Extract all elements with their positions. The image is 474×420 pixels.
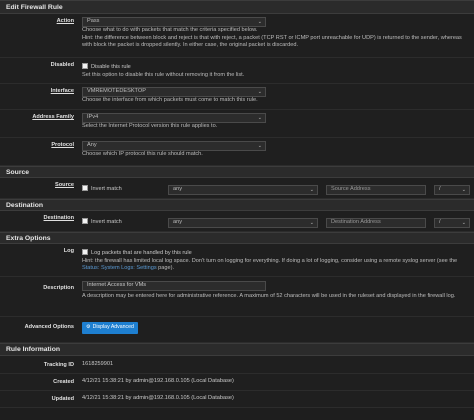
protocol-help: Choose which IP protocol this rule shoul… — [82, 151, 203, 157]
destination-row: Destination Invert match any ⌄ Destinatio… — [0, 211, 474, 232]
advanced-label: Advanced Options — [24, 324, 74, 330]
updated-label: Updated — [51, 396, 74, 402]
description-label: Description — [43, 285, 74, 291]
action-label: Action — [56, 18, 74, 24]
source-address-input[interactable]: Source Address — [326, 184, 426, 195]
chevron-down-icon: ⌄ — [309, 186, 314, 193]
log-row: Log Log packets that are handled by this… — [0, 244, 474, 277]
source-invert-checkbox[interactable] — [82, 185, 88, 192]
log-label: Log — [63, 248, 74, 254]
address-family-help: Select the Internet Protocol version thi… — [82, 123, 218, 129]
created-label: Created — [53, 379, 74, 385]
gear-icon: ⚙ — [86, 324, 91, 331]
address-family-label: Address Family — [32, 114, 74, 120]
chevron-down-icon: ⌄ — [257, 19, 262, 25]
tracking-id-value: 1618259901 — [82, 361, 114, 367]
chevron-down-icon: ⌄ — [461, 219, 466, 226]
log-checkbox[interactable] — [82, 249, 88, 255]
description-input[interactable]: Internet Access for VMs — [82, 281, 266, 291]
log-hint: Hint: the firewall has limited local log… — [82, 257, 458, 272]
destination-mask-select[interactable]: / ⌄ — [434, 217, 470, 228]
chevron-down-icon: ⌄ — [461, 186, 466, 193]
source-invert-label: Invert match — [91, 186, 122, 193]
protocol-select[interactable]: Any ⌄ — [82, 141, 266, 151]
action-select[interactable]: Pass ⌄ — [82, 17, 266, 27]
destination-type-select[interactable]: any ⌄ — [168, 217, 318, 228]
updated-row: Updated 4/12/21 15:38:21 by admin@192.16… — [0, 391, 474, 408]
destination-label: Destination — [43, 215, 74, 221]
protocol-label: Protocol — [51, 142, 74, 148]
disabled-checkbox[interactable] — [82, 63, 88, 69]
interface-help: Choose the interface from which packets … — [82, 97, 258, 103]
chevron-down-icon: ⌄ — [257, 115, 262, 121]
description-help: A description may be entered here for ad… — [82, 293, 456, 299]
destination-invert-checkbox[interactable] — [82, 218, 88, 225]
panel-header-extra-options: Extra Options — [0, 232, 474, 244]
tracking-label: Tracking ID — [43, 362, 74, 368]
panel-header-destination: Destination — [0, 199, 474, 211]
advanced-row: Advanced Options ⚙ Display Advanced — [0, 317, 474, 343]
description-row: Description Internet Access for VMs A de… — [0, 277, 474, 317]
chevron-down-icon: ⌄ — [309, 219, 314, 226]
interface-select[interactable]: VMREMOTEDESKTOP ⌄ — [82, 87, 266, 97]
action-help: Choose what to do with packets that matc… — [82, 27, 258, 33]
address-family-row: Address Family IPv4 ⌄ Select the Internet… — [0, 110, 474, 138]
disabled-label: Disabled — [50, 62, 74, 68]
source-label: Source — [55, 182, 74, 188]
tracking-row: Tracking ID 1618259901 — [0, 356, 474, 374]
created-row: Created 4/12/21 15:38:21 by admin@192.16… — [0, 374, 474, 391]
log-checkbox-label: Log packets that are handled by this rul… — [91, 250, 192, 256]
destination-invert-label: Invert match — [91, 219, 122, 226]
action-hint: Hint: the difference between block and r… — [82, 34, 462, 49]
panel-header-rule-information: Rule Information — [0, 343, 474, 356]
address-family-select[interactable]: IPv4 ⌄ — [82, 113, 266, 123]
interface-label: Interface — [50, 88, 74, 94]
action-row: Action Pass ⌄ Choose what to do with pack… — [0, 14, 474, 58]
system-logs-settings-link[interactable]: Status: System Logs: Settings — [82, 265, 157, 271]
source-mask-select[interactable]: / ⌄ — [434, 184, 470, 195]
interface-row: Interface VMREMOTEDESKTOP ⌄ Choose the in… — [0, 84, 474, 110]
protocol-row: Protocol Any ⌄ Choose which IP protocol t… — [0, 138, 474, 166]
updated-value: 4/12/21 15:38:21 by admin@192.168.0.105 … — [82, 395, 234, 401]
panel-header-edit-rule: Edit Firewall Rule — [0, 0, 474, 14]
created-value: 4/12/21 15:38:21 by admin@192.168.0.105 … — [82, 378, 234, 384]
chevron-down-icon: ⌄ — [257, 89, 262, 95]
disabled-row: Disabled Disable this rule Set this opti… — [0, 58, 474, 84]
disabled-help: Set this option to disable this rule wit… — [82, 71, 245, 78]
source-type-select[interactable]: any ⌄ — [168, 184, 318, 195]
display-advanced-button[interactable]: ⚙ Display Advanced — [82, 322, 138, 334]
panel-header-source: Source — [0, 166, 474, 178]
disabled-checkbox-label: Disable this rule — [91, 64, 131, 70]
chevron-down-icon: ⌄ — [257, 143, 262, 149]
destination-address-input[interactable]: Destination Address — [326, 217, 426, 228]
source-row: Source Invert match any ⌄ Source Address … — [0, 178, 474, 199]
